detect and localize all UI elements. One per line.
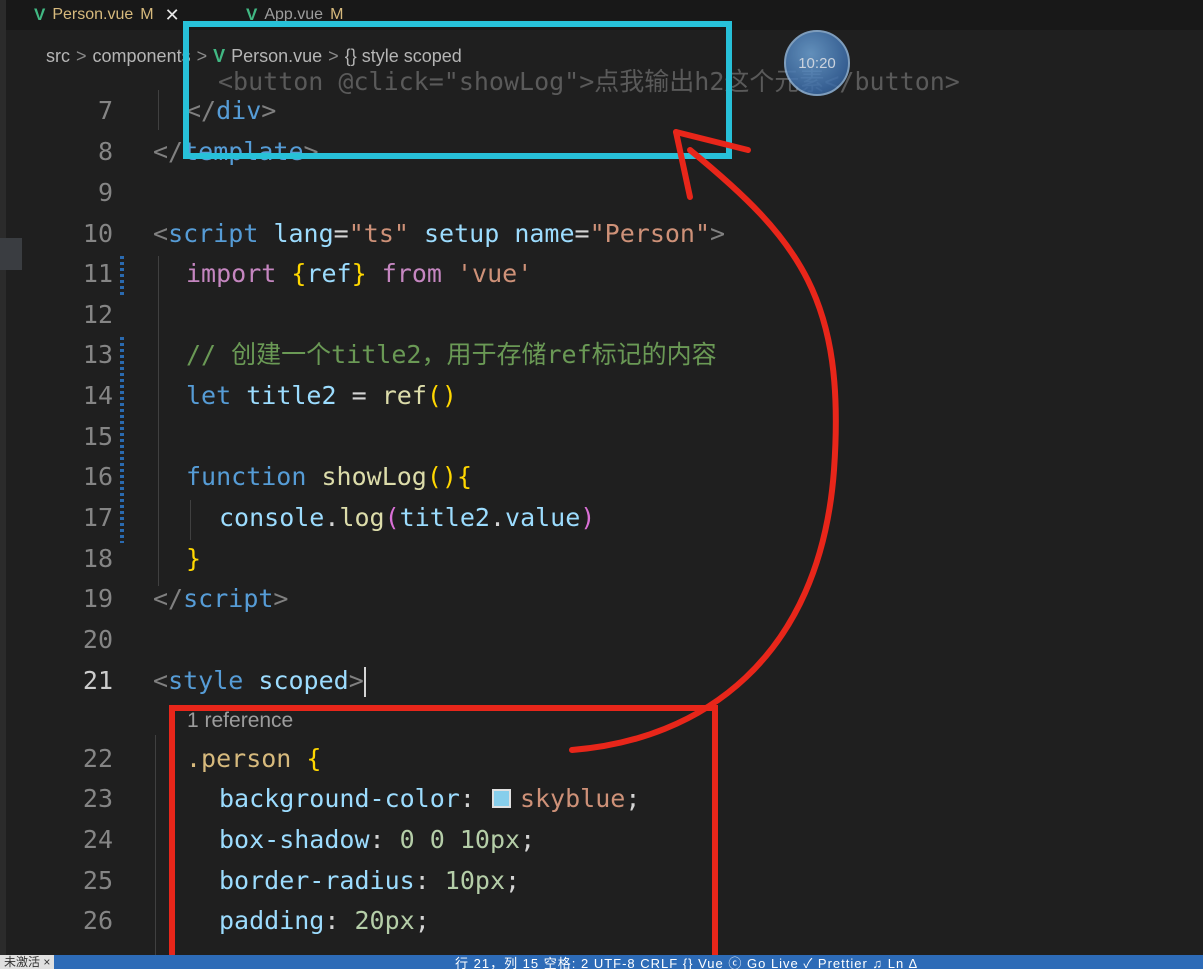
recording-timer-badge: 10:20 bbox=[784, 30, 850, 96]
status-right-items[interactable]: 行 21，列 15 空格: 2 UTF-8 CRLF {} Vue ⓒ Go L… bbox=[455, 955, 918, 969]
red-arrow-annotation bbox=[569, 129, 839, 753]
status-bar: 未激活 × 行 21，列 15 空格: 2 UTF-8 CRLF {} Vue … bbox=[0, 955, 1203, 969]
status-left-item[interactable]: 未激活 × bbox=[0, 955, 55, 969]
